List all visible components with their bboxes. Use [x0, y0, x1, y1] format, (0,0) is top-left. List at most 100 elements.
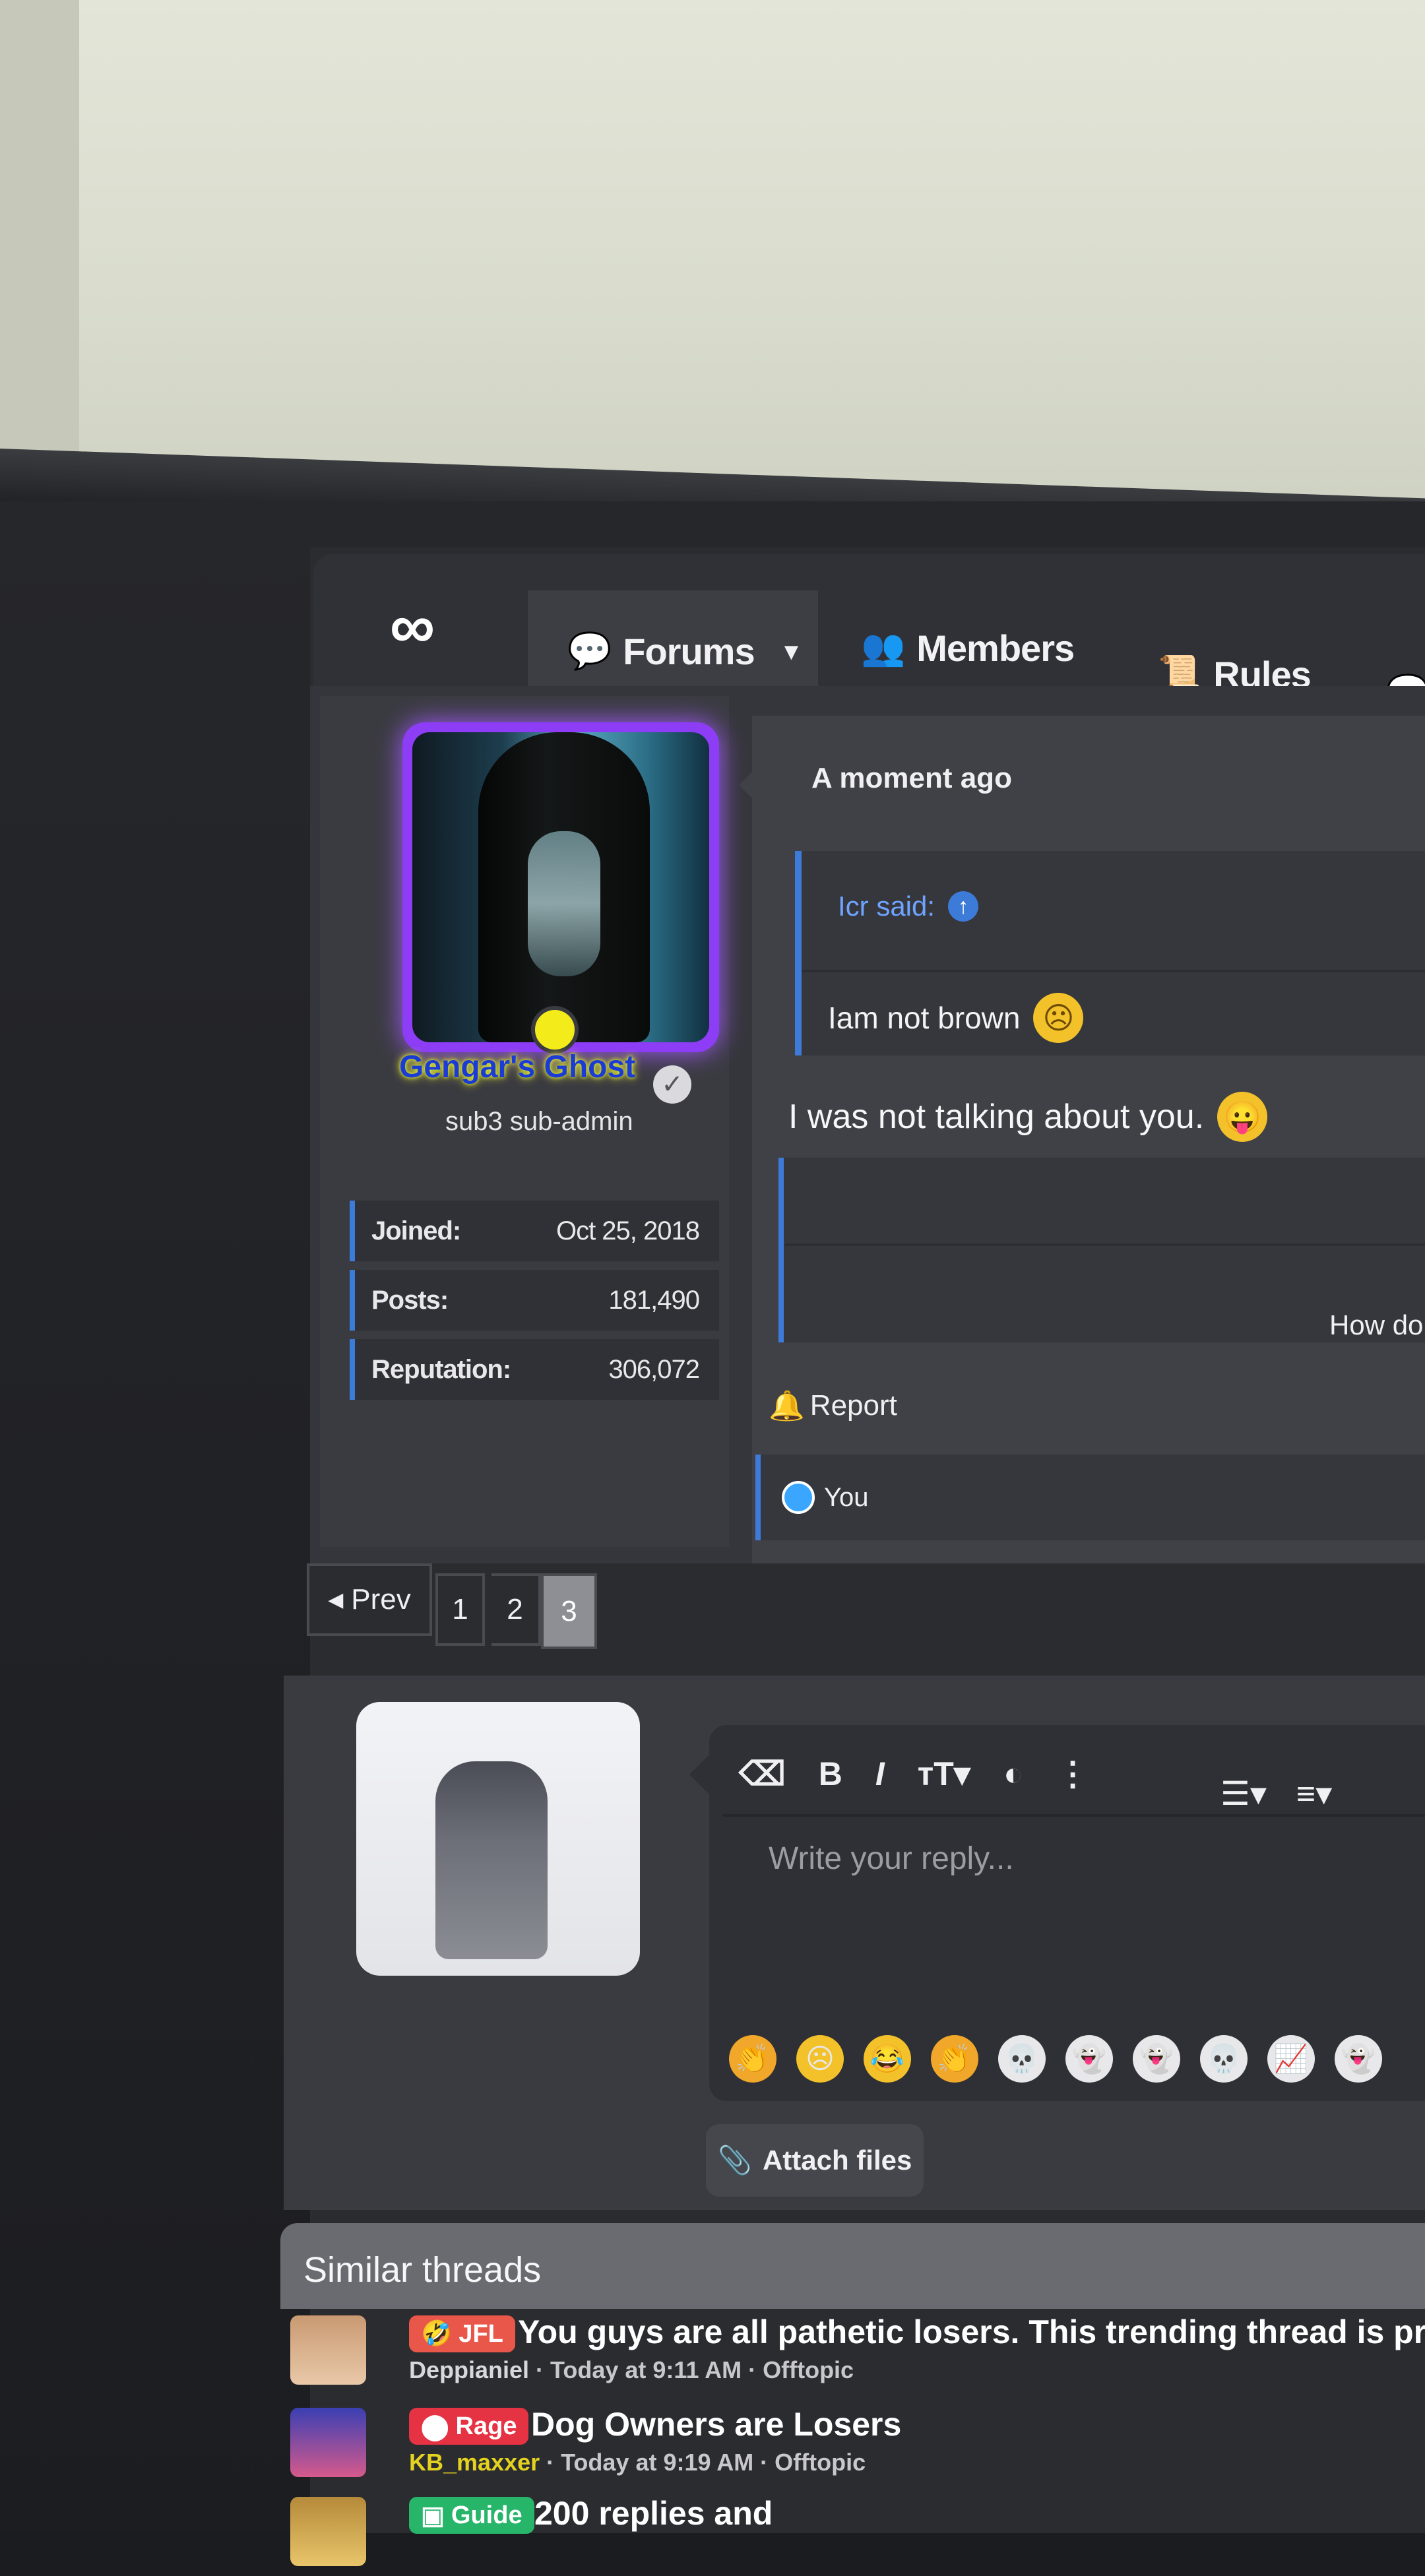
- post-message: I was not talking about you. 😛: [788, 1092, 1268, 1142]
- frown-emoji-icon[interactable]: ☹: [796, 2035, 844, 2083]
- text-size-icon[interactable]: тT▾: [918, 1755, 970, 1793]
- thread-tag: 🤣 JFL: [409, 2315, 515, 2352]
- quote-divider: [802, 970, 1425, 972]
- editor-toolbar: ⌫ B I тT▾ ◐ ⋮: [739, 1755, 1089, 1793]
- quote-header[interactable]: Icr said: ↑: [838, 891, 979, 922]
- nav-forums-label: Forums: [623, 631, 755, 672]
- background-wall: [0, 0, 1425, 515]
- username[interactable]: Gengar's Ghost: [399, 1049, 635, 1085]
- chat-bubbles-icon: 💬: [567, 631, 612, 671]
- editor-divider: [722, 1814, 1425, 1817]
- thread-meta: KB_maxxer · Today at 9:19 AM · Offtopic: [409, 2449, 866, 2476]
- arrow-up-icon[interactable]: ↑: [948, 891, 979, 922]
- stat-reputation: Reputation: 306,072: [350, 1339, 719, 1400]
- more-options-icon[interactable]: ⋮: [1056, 1755, 1089, 1793]
- emoji-bar: 👏 ☹ 😂 👏 💀 👻 👻 💀 📈 👻: [729, 2035, 1382, 2083]
- thread-meta-text: · Today at 9:11 AM · Offtopic: [529, 2356, 854, 2383]
- stat-joined: Joined: Oct 25, 2018: [350, 1201, 719, 1261]
- nav-members-tab[interactable]: 👥 Members: [861, 627, 1075, 670]
- post-message-text: I was not talking about you.: [788, 1098, 1205, 1136]
- ghost-emoji-icon[interactable]: 👻: [1335, 2035, 1382, 2083]
- thread-avatar[interactable]: [290, 2408, 366, 2477]
- stat-value: 306,072: [608, 1354, 700, 1384]
- tongue-emoji-icon: 😛: [1217, 1092, 1268, 1142]
- thread-tag-label: JFL: [459, 2319, 503, 2348]
- thread-meta-text: · Today at 9:19 AM · Offtopic: [540, 2449, 866, 2476]
- prev-label: Prev: [351, 1583, 411, 1616]
- laugh-cry-emoji-icon[interactable]: 😂: [864, 2035, 911, 2083]
- align-icon[interactable]: ≡▾: [1296, 1775, 1332, 1813]
- editor-arrow: [689, 1755, 709, 1794]
- tag-icon: ⬤: [421, 2412, 449, 2441]
- page-2-link[interactable]: 2: [491, 1573, 541, 1646]
- ghost-emoji-icon[interactable]: 👻: [1065, 2035, 1113, 2083]
- similar-threads-title: Similar threads: [303, 2250, 542, 2290]
- signature-text: How do: [1329, 1309, 1424, 1340]
- thread-tag-label: Guide: [451, 2501, 522, 2529]
- thread-author[interactable]: KB_maxxer: [409, 2449, 540, 2476]
- reply-user-avatar[interactable]: [356, 1702, 640, 1976]
- quote-text: Iam not brown ☹: [828, 993, 1084, 1043]
- thread-author[interactable]: Deppianiel: [409, 2356, 529, 2383]
- skull-emoji-icon[interactable]: 💀: [1200, 2035, 1248, 2083]
- quote-author[interactable]: Icr said:: [838, 891, 935, 922]
- reply-input[interactable]: Write your reply...: [769, 1840, 1014, 1877]
- thread-title[interactable]: You guys are all pathetic losers. This t…: [518, 2313, 1425, 2351]
- stat-posts: Posts: 181,490: [350, 1270, 719, 1331]
- report-label: Report: [809, 1389, 897, 1422]
- thread-meta: Deppianiel · Today at 9:11 AM · Offtopic: [409, 2356, 854, 2384]
- thread-item[interactable]: 🤣 JFL You guys are all pathetic losers. …: [290, 2313, 1425, 2395]
- thread-item[interactable]: ▣ Guide 200 replies and: [290, 2494, 1425, 2576]
- prev-page-button[interactable]: ◀ Prev: [307, 1563, 432, 1636]
- list-icon[interactable]: ☰▾: [1220, 1775, 1267, 1813]
- caret-left-icon: ◀: [328, 1588, 344, 1611]
- paperclip-icon: 📎: [717, 2144, 752, 2176]
- thread-avatar[interactable]: [290, 2497, 366, 2566]
- tag-icon: ▣: [421, 2501, 445, 2530]
- page-1-link[interactable]: 1: [435, 1573, 485, 1646]
- thread-item[interactable]: ⬤ Rage Dog Owners are Losers KB_maxxer ·…: [290, 2405, 1425, 2487]
- users-icon: 👥: [861, 628, 905, 668]
- clap-emoji-icon[interactable]: 👏: [729, 2035, 776, 2083]
- verified-icon: ✓: [653, 1065, 691, 1104]
- thread-title[interactable]: Dog Owners are Losers: [531, 2405, 901, 2443]
- message-arrow: [739, 765, 759, 805]
- skull-emoji-icon[interactable]: 💀: [998, 2035, 1046, 2083]
- tag-icon: 🤣: [421, 2320, 453, 2348]
- bell-icon: 🔔: [769, 1390, 805, 1422]
- online-status-icon: [531, 1006, 579, 1053]
- avatar[interactable]: [412, 732, 709, 1042]
- nav-members-label: Members: [916, 627, 1075, 669]
- signature-divider: [785, 1243, 1425, 1246]
- site-logo-icon[interactable]: ∞: [369, 590, 455, 663]
- frown-emoji-icon: ☹: [1033, 993, 1084, 1043]
- attach-label: Attach files: [762, 2145, 912, 2176]
- thread-avatar[interactable]: [290, 2315, 366, 2385]
- chevron-down-icon[interactable]: ▼: [780, 638, 804, 666]
- eraser-icon[interactable]: ⌫: [739, 1755, 786, 1793]
- page-3-current[interactable]: 3: [541, 1573, 597, 1649]
- stat-label: Posts:: [371, 1285, 449, 1315]
- user-title: sub3 sub-admin: [445, 1107, 633, 1136]
- stat-label: Joined:: [371, 1216, 461, 1245]
- post-timestamp[interactable]: A moment ago: [811, 762, 1012, 795]
- signature-block: [778, 1158, 1425, 1342]
- clap-emoji-icon[interactable]: 👏: [931, 2035, 978, 2083]
- color-palette-icon[interactable]: ◐: [1003, 1755, 1023, 1793]
- italic-icon[interactable]: I: [875, 1755, 885, 1793]
- thread-tag-label: Rage: [455, 2412, 517, 2440]
- editor-toolbar-right: ☰▾ ≡▾: [1220, 1775, 1332, 1813]
- background-wall-shadow: [0, 0, 79, 462]
- avatar-face: [528, 831, 600, 976]
- like-icon: [782, 1481, 815, 1514]
- bold-icon[interactable]: B: [819, 1755, 842, 1793]
- stat-value: Oct 25, 2018: [555, 1216, 700, 1245]
- thread-title[interactable]: 200 replies and: [534, 2494, 773, 2532]
- attach-files-button[interactable]: 📎 Attach files: [706, 2124, 924, 2197]
- ghost-emoji-icon[interactable]: 👻: [1133, 2035, 1180, 2083]
- chart-emoji-icon[interactable]: 📈: [1267, 2035, 1315, 2083]
- report-button[interactable]: 🔔 Report: [769, 1389, 897, 1423]
- reaction-summary[interactable]: You: [782, 1481, 869, 1514]
- thread-tag: ▣ Guide: [409, 2497, 534, 2534]
- quote-text-content: Iam not brown: [828, 1001, 1021, 1035]
